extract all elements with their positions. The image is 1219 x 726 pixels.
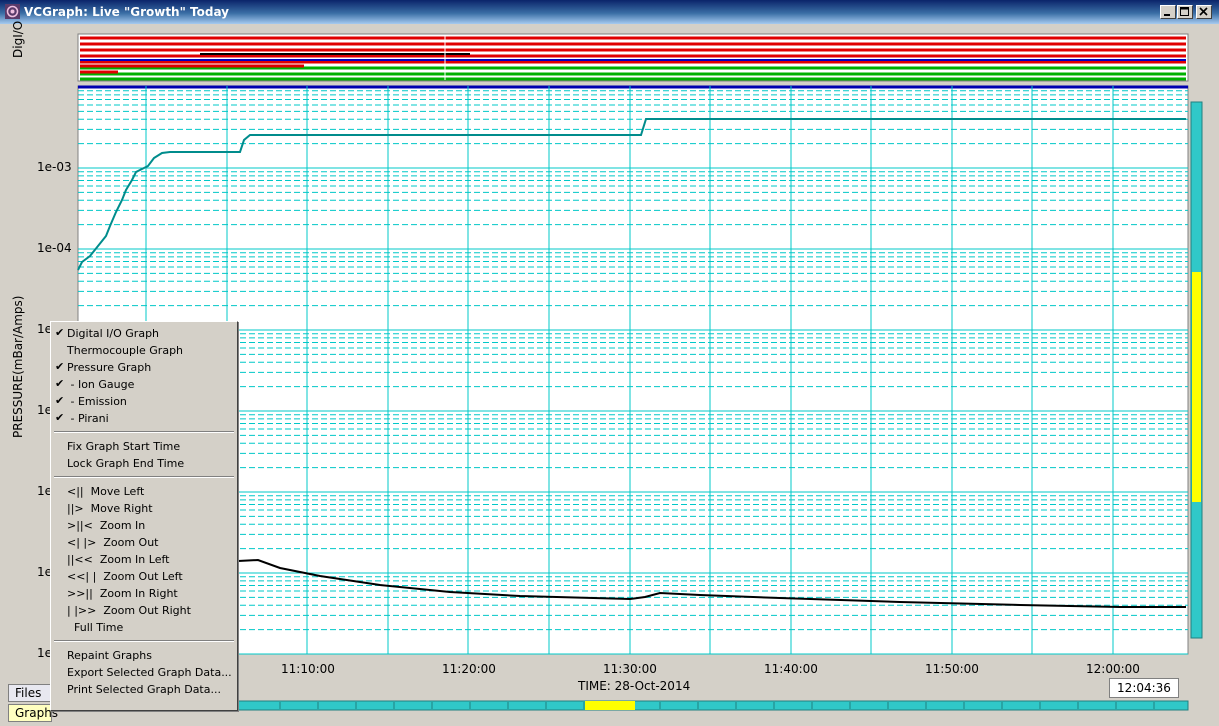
menu-item[interactable]: ||<< Zoom In Left xyxy=(53,551,235,568)
menu-item-label: ||<< Zoom In Left xyxy=(67,553,170,566)
y-tick-label: 1e-03 xyxy=(37,160,72,174)
menu-item[interactable]: Full Time xyxy=(53,619,235,636)
menu-item-label: >||< Zoom In xyxy=(67,519,146,532)
x-tick-label: 11:20:00 xyxy=(442,662,496,676)
y-tick-label: 1e-04 xyxy=(37,241,72,255)
menu-item[interactable]: ✔ - Emission xyxy=(53,393,235,410)
menu-item[interactable]: <<| | Zoom Out Left xyxy=(53,568,235,585)
menu-item[interactable]: ||> Move Right xyxy=(53,500,235,517)
vertical-scroll-thumb xyxy=(1192,272,1201,502)
menu-item-label: Repaint Graphs xyxy=(67,649,152,662)
menu-item[interactable]: Thermocouple Graph xyxy=(53,342,235,359)
menu-item-label: Export Selected Graph Data... xyxy=(67,666,232,679)
menu-item-label: | |>> Zoom Out Right xyxy=(67,604,191,617)
menu-item-label: ||> Move Right xyxy=(67,502,153,515)
menu-item[interactable]: <| |> Zoom Out xyxy=(53,534,235,551)
current-time-display: 12:04:36 xyxy=(1109,678,1179,698)
menu-item[interactable]: Lock Graph End Time xyxy=(53,455,235,472)
x-tick-label: 11:30:00 xyxy=(603,662,657,676)
menu-item[interactable]: ✔ - Ion Gauge xyxy=(53,376,235,393)
menu-item-label: Digital I/O Graph xyxy=(67,327,160,340)
menu-separator xyxy=(54,431,234,433)
menu-item-label: <|| Move Left xyxy=(67,485,145,498)
menu-item[interactable]: Repaint Graphs xyxy=(53,647,235,664)
menu-item[interactable]: >>|| Zoom In Right xyxy=(53,585,235,602)
checkmark-icon: ✔ xyxy=(55,377,65,390)
tab-graphs[interactable]: Graphs xyxy=(8,704,58,722)
menu-separator xyxy=(54,476,234,478)
graph-context-menu[interactable]: ✔ Digital I/O Graph Thermocouple Graph ✔ Pre… xyxy=(50,321,238,711)
menu-item-label: - Ion Gauge xyxy=(67,378,135,391)
menu-item[interactable]: ✔ - Pirani xyxy=(53,410,235,427)
menu-item-label: Full Time xyxy=(67,621,124,634)
menu-item[interactable]: >||< Zoom In xyxy=(53,517,235,534)
checkmark-icon: ✔ xyxy=(55,411,65,424)
checkmark-icon: ✔ xyxy=(55,360,65,373)
menu-item-label: <| |> Zoom Out xyxy=(67,536,159,549)
menu-item-label: Pressure Graph xyxy=(67,361,152,374)
menu-item[interactable]: Fix Graph Start Time xyxy=(53,438,235,455)
menu-item[interactable]: <|| Move Left xyxy=(53,483,235,500)
menu-item[interactable]: ✔ Digital I/O Graph xyxy=(53,325,235,342)
menu-item[interactable]: Export Selected Graph Data... xyxy=(53,664,235,681)
menu-item-label: >>|| Zoom In Right xyxy=(67,587,178,600)
menu-item[interactable]: ✔ Pressure Graph xyxy=(53,359,235,376)
menu-item-label: - Emission xyxy=(67,395,127,408)
horizontal-scroll-thumb xyxy=(585,701,635,710)
checkmark-icon: ✔ xyxy=(55,394,65,407)
checkmark-icon: ✔ xyxy=(55,326,65,339)
menu-item[interactable]: | |>> Zoom Out Right xyxy=(53,602,235,619)
menu-item-label: Fix Graph Start Time xyxy=(67,440,181,453)
x-tick-label: 11:40:00 xyxy=(764,662,818,676)
x-tick-label: 12:00:00 xyxy=(1086,662,1140,676)
menu-item-label: <<| | Zoom Out Left xyxy=(67,570,183,583)
horizontal-scrollbar xyxy=(237,700,1189,711)
tab-files[interactable]: Files xyxy=(8,684,52,702)
x-tick-label: 11:10:00 xyxy=(281,662,335,676)
time-axis-label: TIME: 28-Oct-2014 xyxy=(578,679,691,693)
x-tick-label: 11:50:00 xyxy=(925,662,979,676)
menu-item-label: Thermocouple Graph xyxy=(67,344,184,357)
menu-separator xyxy=(54,640,234,642)
menu-item-label: Print Selected Graph Data... xyxy=(67,683,221,696)
menu-item[interactable]: Print Selected Graph Data... xyxy=(53,681,235,698)
menu-item-label: - Pirani xyxy=(67,412,109,425)
pressure-plot-area xyxy=(77,85,1189,655)
menu-item-label: Lock Graph End Time xyxy=(67,457,185,470)
